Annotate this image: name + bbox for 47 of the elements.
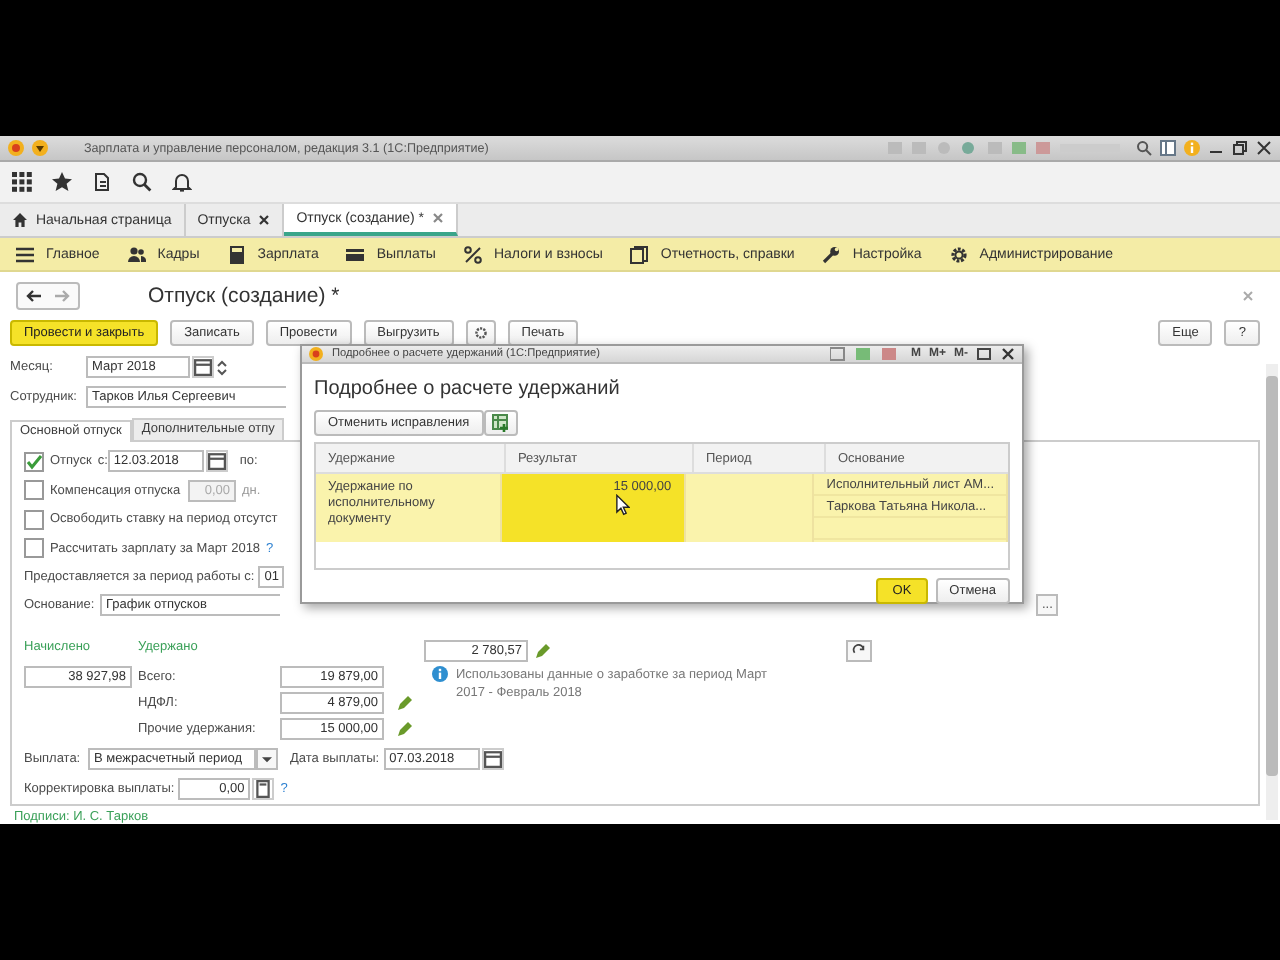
caret-icon [262,754,272,765]
settings-icon [949,245,968,263]
documents-icon [630,245,649,263]
scrollbar[interactable] [1266,364,1278,820]
close-icon[interactable] [1256,140,1272,156]
apps-grid-icon[interactable] [12,172,32,192]
pencil-icon[interactable] [534,643,550,660]
bell-icon[interactable] [172,172,192,192]
people-icon [127,245,146,263]
menu-icon [16,245,34,263]
checkbox[interactable] [24,538,44,559]
navigation-buttons[interactable] [16,281,80,310]
export-button[interactable] [483,409,518,435]
logo-icon [8,140,24,156]
form-title: Отпуск (создание) * [148,283,340,308]
spinner-icon[interactable] [216,357,228,378]
refresh-button[interactable] [846,640,872,663]
percent-icon [463,245,482,263]
settings-button[interactable] [465,320,496,347]
refresh-icon [852,644,866,659]
dialog-heading: Подробнее о расчете удержаний [314,378,622,400]
dropdown-button[interactable] [256,748,278,771]
calendar-icon[interactable] [205,450,228,473]
close-icon[interactable] [258,214,271,226]
info-icon [432,666,448,683]
calendar-icon[interactable] [192,356,214,379]
checkbox[interactable] [24,509,44,530]
star-icon[interactable] [52,172,72,192]
logo-icon [308,346,324,362]
calculator-icon [227,245,246,263]
search-icon[interactable] [1136,140,1152,156]
checkbox[interactable] [24,451,44,472]
wrench-icon [822,245,841,263]
maximize-icon[interactable] [976,346,992,362]
wallet-icon [346,245,365,263]
search-icon[interactable] [132,172,152,192]
calendar-icon[interactable] [481,748,504,771]
panel-icon[interactable] [1160,140,1176,156]
mouse-pointer-icon [616,494,630,516]
spreadsheet-icon [491,413,510,431]
calculator-icon[interactable] [252,777,275,799]
restore-icon[interactable] [1232,140,1248,156]
settings-icon [473,326,488,341]
close-icon[interactable] [1000,346,1016,362]
dropdown-icon[interactable] [32,140,48,156]
back-arrow-icon[interactable] [26,287,42,304]
home-icon [12,212,28,228]
